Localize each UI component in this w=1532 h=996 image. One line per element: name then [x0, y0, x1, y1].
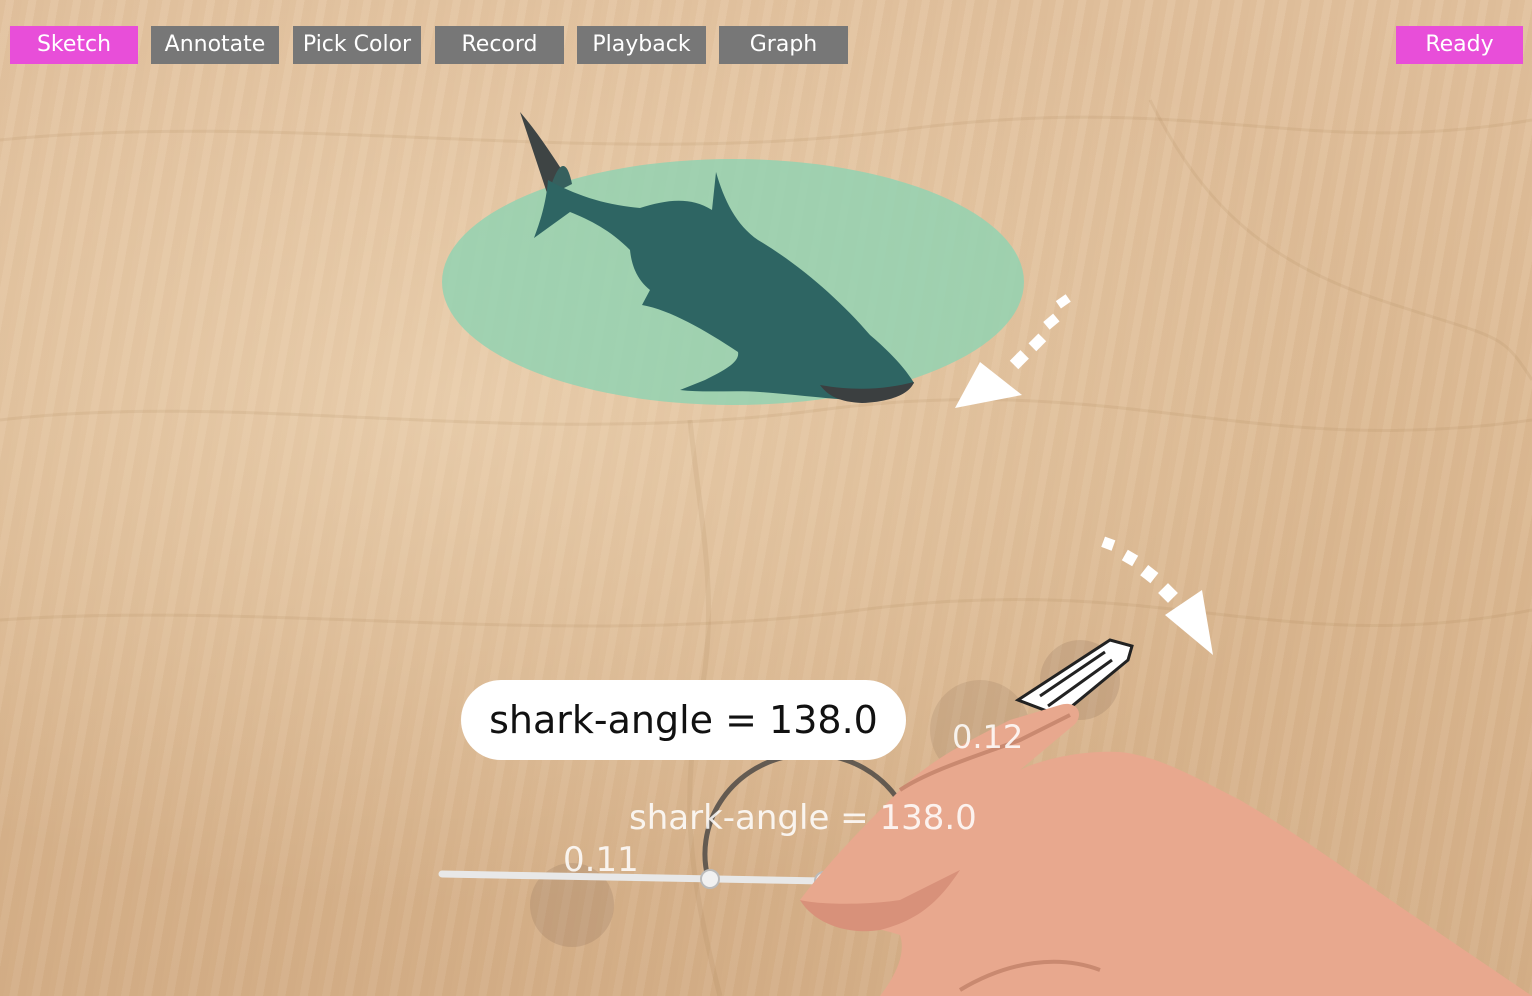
ar-scene-svg [0, 99, 1532, 996]
angle-callout-text: shark-angle = 138.0 [489, 698, 878, 742]
angle-ar-label: shark-angle = 138.0 [629, 798, 977, 838]
record-button[interactable]: Record [435, 26, 564, 64]
angle-callout: shark-angle = 138.0 [461, 680, 906, 760]
segment-a-length-label: 0.11 [563, 840, 639, 880]
annotate-button[interactable]: Annotate [151, 26, 279, 64]
playback-button[interactable]: Playback [577, 26, 706, 64]
graph-button[interactable]: Graph [719, 26, 848, 64]
segment-b-length-label: 0.12 [952, 718, 1024, 756]
sketch-button[interactable]: Sketch [10, 26, 138, 64]
rotate-hint-arrow-lower [1101, 536, 1213, 655]
pick-color-button[interactable]: Pick Color [293, 26, 421, 64]
status-ready-button[interactable]: Ready [1396, 26, 1523, 64]
hand [800, 703, 1532, 996]
angle-handle[interactable] [700, 869, 720, 889]
ar-camera-view [0, 0, 1532, 996]
